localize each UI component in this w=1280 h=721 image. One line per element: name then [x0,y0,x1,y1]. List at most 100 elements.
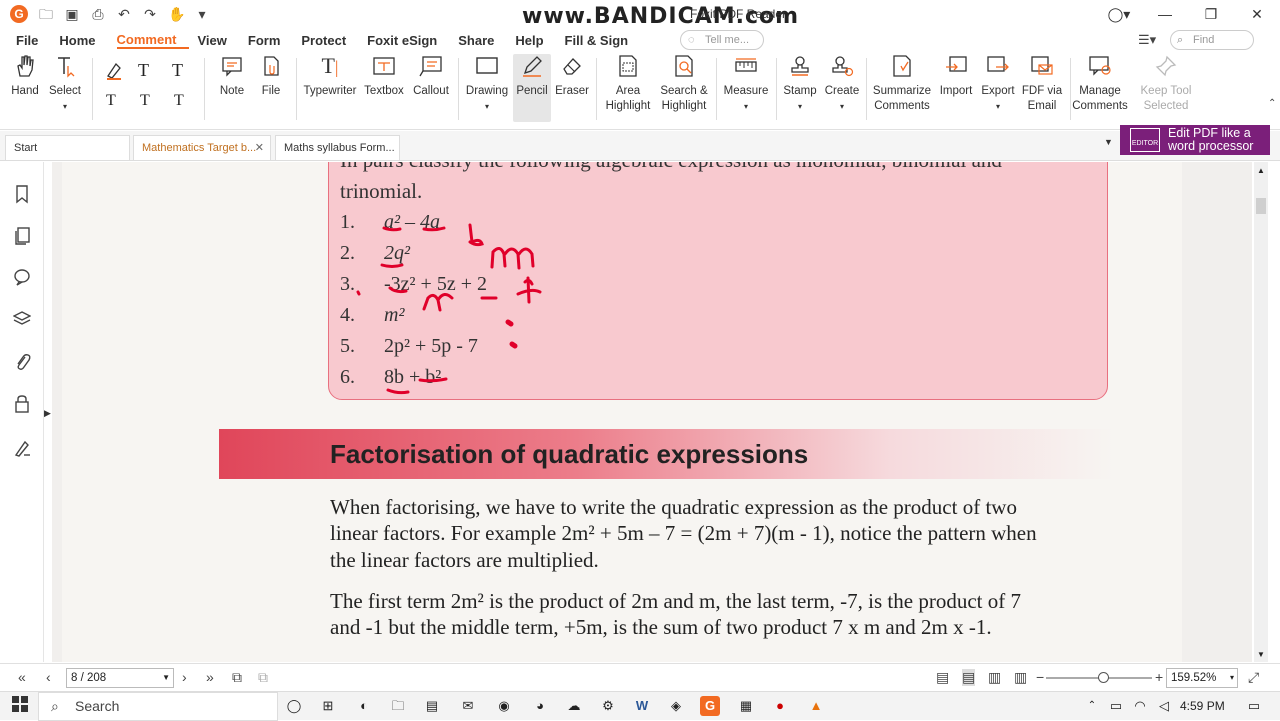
note-button[interactable]: Note [216,54,248,99]
page-dropdown-icon[interactable]: ▼ [162,669,170,687]
continuous-page-icon[interactable]: ▤ [962,669,976,686]
menu-fill-sign[interactable]: Fill & Sign [565,33,642,48]
drawing-button[interactable]: Drawing ▾ [464,54,510,114]
minimize-button[interactable]: — [1142,6,1188,22]
notepad-icon[interactable]: ▦ [736,696,756,716]
foxit-taskbar-icon[interactable]: G [700,696,720,716]
redo-icon[interactable]: ↷ [142,6,158,22]
measure-button[interactable]: Measure ▾ [722,54,770,114]
menu-help[interactable]: Help [515,33,556,48]
attachment-icon[interactable] [12,352,32,372]
tray-overflow-icon[interactable]: ⌃ [1082,696,1102,716]
task-view-icon[interactable]: ◯ [284,696,304,716]
undo-icon[interactable]: ↶ [116,6,132,22]
close-button[interactable]: ✕ [1234,6,1280,23]
settings-gear-icon[interactable]: ⚙ [598,696,618,716]
facing-page-icon[interactable]: ▥ [988,669,1001,686]
tab-list-dropdown-icon[interactable]: ▼ [1104,137,1113,147]
file-explorer-icon[interactable]: 🗀 [388,696,408,716]
scroll-down-icon[interactable]: ▼ [1257,650,1265,659]
open-folder-icon[interactable]: 🗀 [38,6,54,22]
next-page-icon[interactable]: › [182,669,187,685]
chrome-icon[interactable]: ◕ [530,696,550,716]
select-tool-button[interactable]: Select ▾ [48,54,82,114]
tab-maths-syllabus[interactable]: Maths syllabus Form... [275,135,400,161]
word-icon[interactable]: W [632,696,652,716]
print-icon[interactable]: ⎙ [90,6,106,22]
underline-text-icon[interactable]: T [138,60,149,81]
highlight-text-icon[interactable] [104,60,124,83]
export-button[interactable]: Export ▾ [980,54,1016,114]
callout-button[interactable]: Callout [410,54,452,99]
zoom-in-icon[interactable]: + [1155,669,1163,685]
hand-tool-button[interactable]: Hand [8,54,42,99]
find-input[interactable]: ⌕ Find [1170,30,1254,50]
menu-protect[interactable]: Protect [301,33,359,48]
import-button[interactable]: Import [936,54,976,99]
taskbar-search-box[interactable]: ⌕ Search [38,692,278,721]
replace-text-icon[interactable]: T [140,92,150,110]
menu-home[interactable]: Home [59,33,108,48]
onedrive-icon[interactable]: ☁ [564,696,584,716]
previous-page-icon[interactable]: ‹ [46,669,51,685]
customize-toolbar-icon[interactable]: ▾ [194,6,210,22]
zoom-level-field[interactable]: 159.52% ▾ [1166,668,1238,688]
vertical-scrollbar[interactable]: ▲ ▼ [1254,162,1268,662]
close-tab-icon[interactable]: ✕ [255,136,264,160]
create-stamp-button[interactable]: Create ▾ [823,54,861,114]
zoom-dropdown-icon[interactable]: ▾ [1230,669,1234,687]
single-page-icon[interactable]: ▤ [936,669,949,686]
copy-view-icon[interactable]: ⧉ [258,669,268,686]
strikeout-text-icon[interactable]: T [172,60,183,81]
scroll-up-icon[interactable]: ▲ [1257,166,1265,175]
wifi-icon[interactable]: ◠ [1130,696,1150,716]
zoom-out-icon[interactable]: − [1036,669,1044,685]
mail-icon[interactable]: ✉ [458,696,478,716]
signature-icon[interactable] [12,438,32,458]
search-options-icon[interactable]: ☰▾ [1138,32,1156,48]
pencil-button[interactable]: Pencil [513,54,551,122]
menu-file[interactable]: File [16,33,51,48]
scrollbar-thumb[interactable] [1256,198,1266,214]
continuous-facing-icon[interactable]: ▥ [1014,669,1027,686]
menu-view[interactable]: View [197,33,239,48]
zoom-slider[interactable] [1046,672,1152,683]
manage-comments-button[interactable]: Manage Comments [1068,54,1132,114]
area-highlight-button[interactable]: Area Highlight [602,54,654,114]
document-viewer[interactable]: In pairs classify the following algebrai… [52,162,1252,662]
typewriter-button[interactable]: T| Typewriter [303,54,357,99]
rotate-view-icon[interactable]: ⧉ [232,669,242,686]
tab-start[interactable]: Start [5,135,130,161]
volume-icon[interactable]: ◁ [1154,696,1174,716]
last-page-icon[interactable]: » [206,669,214,685]
network-icon[interactable]: ▭ [1106,696,1126,716]
textbox-button[interactable]: Textbox [362,54,406,99]
menu-foxit-esign[interactable]: Foxit eSign [367,33,450,48]
bookmark-icon[interactable] [12,184,32,204]
hand-tool-quick-icon[interactable]: ✋ [168,6,185,22]
keep-tool-selected-button[interactable]: Keep Tool Selected [1140,54,1192,114]
user-account-icon[interactable]: ◯▾ [1096,6,1142,23]
zoom-slider-knob[interactable] [1098,672,1110,683]
first-page-icon[interactable]: « [18,669,26,685]
bandicam-record-icon[interactable]: ● [770,696,790,716]
edit-pdf-banner[interactable]: EDITOR Edit PDF like a word processor [1120,125,1270,155]
pages-icon[interactable] [12,226,32,246]
camera-icon[interactable]: ◉ [494,696,514,716]
collapse-ribbon-icon[interactable]: ⌃ [1268,98,1276,109]
security-lock-icon[interactable] [12,394,32,414]
menu-form[interactable]: Form [248,33,294,48]
stamp-button[interactable]: Stamp ▾ [782,54,818,114]
layers-icon[interactable] [12,310,32,330]
tell-me-input[interactable]: ◌ Tell me... [680,30,764,50]
fullscreen-icon[interactable]: ⤢ [1248,669,1259,686]
edge-browser-icon[interactable]: ◐ [354,696,374,716]
comments-panel-icon[interactable] [12,268,32,288]
widgets-icon[interactable]: ⊞ [318,696,338,716]
save-icon[interactable]: ▣ [64,6,80,22]
squiggly-text-icon[interactable]: T [106,92,116,110]
store-icon[interactable]: ▤ [422,696,442,716]
vlc-icon[interactable]: ▲ [806,696,826,716]
system-clock[interactable]: 4:59 PM [1180,699,1225,713]
page-number-field[interactable]: 8 / 208 ▼ [66,668,174,688]
